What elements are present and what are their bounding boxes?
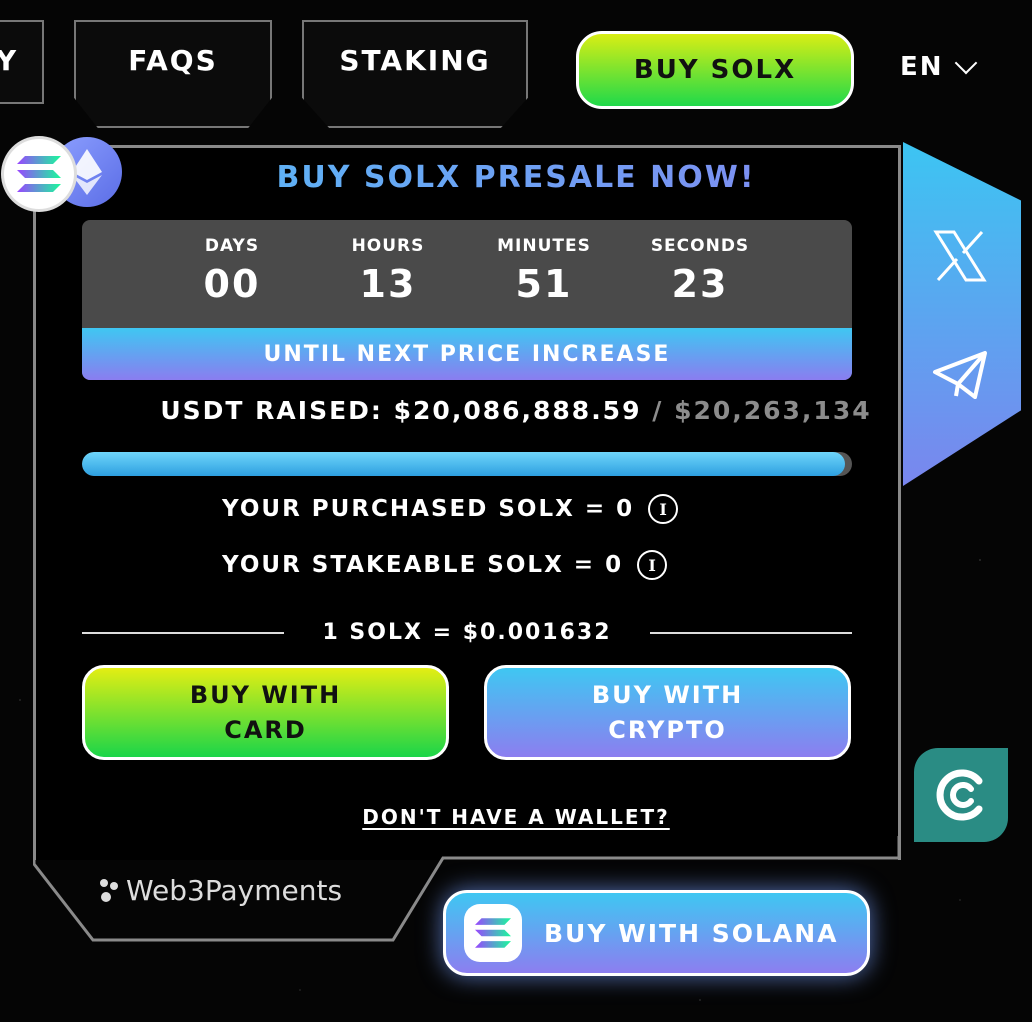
buy-crypto-line1: BUY WITH <box>591 680 744 709</box>
countdown-timer: DAYS 00 HOURS 13 MINUTES 51 SECONDS 23 U… <box>82 220 852 380</box>
timer-minutes-value: 51 <box>515 262 573 306</box>
nav-tab-faqs-label: FAQS <box>128 44 218 77</box>
x-twitter-icon[interactable] <box>932 228 988 284</box>
raise-progress-bar <box>82 452 852 476</box>
chevron-down-icon <box>954 51 977 75</box>
timer-minutes: MINUTES 51 <box>484 236 604 306</box>
nav-tab-staking-label: STAKING <box>339 44 491 77</box>
web3payments-label: Web3Payments <box>126 874 343 907</box>
no-wallet-link[interactable]: DON'T HAVE A WALLET? <box>0 805 1032 829</box>
timer-minutes-label: MINUTES <box>497 236 591 256</box>
nav-tab-partial[interactable]: Y <box>0 20 44 104</box>
timer-hours: HOURS 13 <box>328 236 448 306</box>
buy-card-line2: CARD <box>224 715 307 744</box>
stakeable-row: YOUR STAKEABLE SOLX = 0 i <box>222 550 668 580</box>
timer-hours-label: HOURS <box>351 236 425 256</box>
timer-seconds-label: SECONDS <box>650 236 750 256</box>
timer-hours-value: 13 <box>359 262 417 306</box>
timer-days-value: 00 <box>203 262 261 306</box>
divider-right <box>649 631 853 634</box>
timer-days-label: DAYS <box>204 236 260 256</box>
info-icon[interactable]: i <box>648 494 679 524</box>
raised-label: USDT RAISED: <box>160 396 383 425</box>
timer-days: DAYS 00 <box>172 236 292 306</box>
price-row: 1 SOLX = $0.001632 <box>82 620 853 645</box>
timer-seconds-value: 23 <box>671 262 729 306</box>
purchased-text: YOUR PURCHASED SOLX = 0 <box>222 496 635 522</box>
presale-title: BUY SOLX PRESALE NOW! <box>0 160 1032 195</box>
telegram-icon[interactable] <box>932 350 988 400</box>
buy-solx-button[interactable]: BUY SOLX <box>576 31 854 109</box>
nav-tab-staking[interactable]: STAKING <box>302 20 528 128</box>
price-increase-banner: UNTIL NEXT PRICE INCREASE <box>82 328 852 380</box>
language-selector[interactable]: EN <box>900 51 977 82</box>
buy-with-crypto-button[interactable]: BUY WITH CRYPTO <box>484 665 851 760</box>
token-price: 1 SOLX = $0.001632 <box>322 620 612 645</box>
purchased-row: YOUR PURCHASED SOLX = 0 i <box>222 494 679 524</box>
web3payments-brand: Web3Payments <box>98 874 342 907</box>
timer-seconds: SECONDS 23 <box>640 236 760 306</box>
raised-goal: $20,263,134 <box>674 396 872 425</box>
stakeable-text: YOUR STAKEABLE SOLX = 0 <box>222 552 624 578</box>
raised-separator: / <box>652 396 664 425</box>
buy-solx-label: BUY SOLX <box>633 55 797 85</box>
buy-with-solana-button[interactable]: BUY WITH SOLANA <box>443 890 870 976</box>
paw-icon <box>100 878 118 902</box>
info-icon[interactable]: i <box>637 550 668 580</box>
raise-progress-fill <box>82 452 846 476</box>
nav-tab-partial-label: Y <box>0 44 19 77</box>
divider-left <box>82 631 285 634</box>
buy-with-card-button[interactable]: BUY WITH CARD <box>82 665 449 760</box>
solana-logo-icon <box>464 904 522 962</box>
buy-solana-label: BUY WITH SOLANA <box>544 918 839 948</box>
buy-card-line1: BUY WITH <box>189 680 342 709</box>
language-label: EN <box>900 52 944 82</box>
raised-value: $20,086,888.59 <box>393 396 642 425</box>
coin-chat-icon[interactable] <box>914 748 1008 842</box>
raised-amount: USDT RAISED: $20,086,888.59 / $20,263,13… <box>0 396 1032 425</box>
buy-crypto-line2: CRYPTO <box>608 715 727 744</box>
nav-tab-faqs[interactable]: FAQS <box>74 20 272 128</box>
social-panel <box>903 142 1021 486</box>
